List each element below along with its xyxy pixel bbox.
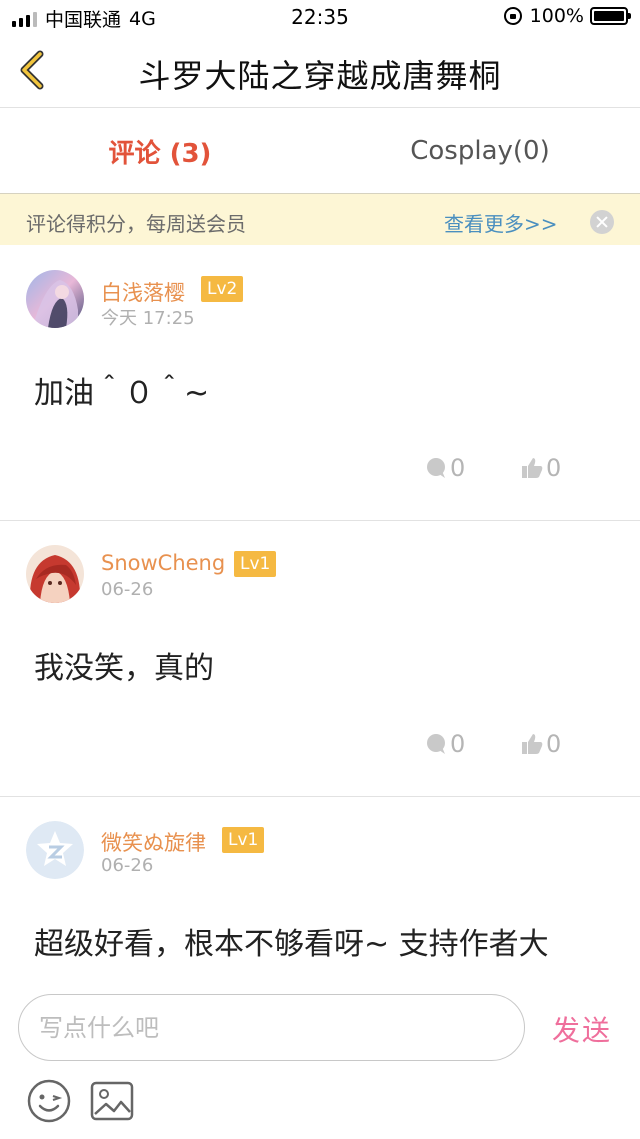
notice-text: 评论得积分，每周送会员 bbox=[26, 212, 246, 236]
reply-count: 0 bbox=[450, 730, 466, 758]
default-avatar-icon bbox=[26, 821, 84, 879]
back-button[interactable] bbox=[12, 48, 56, 92]
reply-count: 0 bbox=[450, 454, 466, 482]
like-button[interactable]: 0 bbox=[520, 454, 561, 482]
image-icon bbox=[90, 1081, 134, 1121]
level-badge: Lv1 bbox=[222, 827, 265, 853]
avatar[interactable] bbox=[26, 821, 84, 879]
comment-input[interactable] bbox=[18, 994, 525, 1061]
username[interactable]: 白浅落樱 bbox=[101, 277, 185, 307]
avatar[interactable] bbox=[26, 270, 84, 328]
tab-bar: 评论 (3) Cosplay(0) bbox=[0, 109, 640, 193]
status-right: 100% bbox=[503, 5, 631, 27]
username[interactable]: 微笑ぬ旋律 bbox=[101, 827, 206, 857]
orientation-lock-icon bbox=[503, 7, 522, 25]
emoji-button[interactable] bbox=[26, 1078, 72, 1124]
level-badge: Lv1 bbox=[234, 551, 277, 577]
comment-input-area: 发送 bbox=[0, 980, 640, 1139]
comment-text: 我没笑，真的 bbox=[34, 651, 214, 686]
chevron-left-icon bbox=[20, 50, 44, 90]
battery-percent: 100% bbox=[529, 5, 584, 27]
comment-time: 06-26 bbox=[101, 855, 154, 876]
thumbs-up-icon bbox=[522, 458, 543, 478]
comment-bubble-icon bbox=[427, 734, 445, 754]
comment-item: SnowCheng Lv1 06-26 我没笑，真的 0 0 bbox=[0, 521, 640, 797]
notice-banner: 评论得积分，每周送会员 查看更多>> bbox=[0, 193, 640, 245]
battery-icon bbox=[590, 7, 631, 25]
close-icon[interactable] bbox=[590, 210, 614, 234]
image-button[interactable] bbox=[90, 1080, 134, 1122]
reply-button[interactable]: 0 bbox=[424, 454, 465, 482]
notice-more-link[interactable]: 查看更多>> bbox=[444, 208, 558, 237]
nav-bar: 斗罗大陆之穿越成唐舞桐 bbox=[0, 34, 640, 108]
status-bar: 中国联通 4G 22:35 100% bbox=[0, 0, 640, 34]
comment-text: 超级好看，根本不够看呀~ 支持作者大 bbox=[34, 927, 549, 962]
comment-item: 微笑ぬ旋律 Lv1 06-26 超级好看，根本不够看呀~ 支持作者大 bbox=[0, 797, 640, 987]
comment-text: 加油＾０＾~ bbox=[34, 376, 210, 411]
tab-cosplay[interactable]: Cosplay(0) bbox=[320, 109, 640, 193]
send-button[interactable]: 发送 bbox=[552, 1009, 612, 1049]
comment-time: 06-26 bbox=[101, 579, 154, 600]
username[interactable]: SnowCheng bbox=[101, 551, 225, 575]
like-count: 0 bbox=[546, 730, 562, 758]
like-count: 0 bbox=[546, 454, 562, 482]
thumbs-up-icon bbox=[522, 734, 543, 754]
smiley-icon bbox=[27, 1079, 71, 1123]
like-button[interactable]: 0 bbox=[520, 730, 561, 758]
tab-comments[interactable]: 评论 (3) bbox=[0, 109, 320, 193]
avatar[interactable] bbox=[26, 545, 84, 603]
comment-item: 白浅落樱 Lv2 今天 17:25 加油＾０＾~ 0 0 bbox=[0, 246, 640, 521]
level-badge: Lv2 bbox=[201, 276, 244, 302]
reply-button[interactable]: 0 bbox=[424, 730, 465, 758]
comment-time: 今天 17:25 bbox=[101, 308, 195, 329]
comment-bubble-icon bbox=[427, 458, 445, 478]
page-title: 斗罗大陆之穿越成唐舞桐 bbox=[138, 57, 502, 95]
